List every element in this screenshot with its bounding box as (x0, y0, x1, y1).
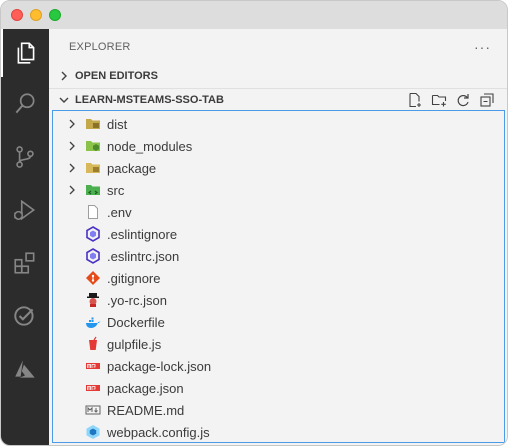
chevron-down-icon (57, 95, 71, 105)
testing-activity-button[interactable] (1, 292, 49, 340)
folder-row[interactable]: src (53, 179, 504, 201)
collapse-all-icon (480, 93, 494, 107)
tree-item-label: package (107, 160, 157, 176)
project-label: LEARN-MSTEAMS-SSO-TAB (75, 93, 224, 106)
folder-row[interactable]: package (53, 157, 504, 179)
open-editors-label: OPEN EDITORS (75, 70, 158, 82)
tree-item-label: .eslintrc.json (107, 248, 180, 264)
file-row[interactable]: README.md (53, 399, 504, 421)
tree-item-label: .yo-rc.json (107, 292, 167, 308)
vscode-window: EXPLORER ··· OPEN EDITORS LEARN-MSTEAMS-… (0, 0, 508, 446)
activity-bar (1, 29, 49, 445)
chevron-right-icon[interactable] (67, 113, 77, 135)
files-icon (17, 42, 35, 64)
explorer-title: EXPLORER (69, 40, 131, 53)
folder-row[interactable]: node_modules (53, 135, 504, 157)
file-row[interactable]: .env (53, 201, 504, 223)
explorer-sidebar: EXPLORER ··· OPEN EDITORS LEARN-MSTEAMS-… (49, 29, 507, 445)
tree-item-label: node_modules (107, 138, 193, 154)
chevron-right-icon[interactable] (67, 179, 77, 201)
explorer-activity-button[interactable] (1, 29, 49, 77)
folder-row[interactable]: dist (53, 113, 504, 135)
chevron-right-icon[interactable] (67, 157, 77, 179)
new-folder-button[interactable] (431, 92, 447, 108)
gulp-icon (85, 336, 101, 352)
folder-node-icon (85, 138, 101, 154)
azure-icon (15, 360, 35, 378)
eslint-icon (85, 226, 101, 242)
tree-item-label: package-lock.json (107, 358, 212, 374)
folder-package-icon (85, 160, 101, 176)
webpack-icon (85, 424, 101, 440)
eslint-icon (85, 248, 101, 264)
file-row[interactable]: gulpfile.js (53, 333, 504, 355)
project-actions (407, 92, 495, 108)
docker-icon (85, 314, 101, 330)
more-actions-button[interactable]: ··· (474, 39, 491, 55)
run-debug-activity-button[interactable] (1, 186, 49, 234)
tree-item-label: .gitignore (107, 270, 161, 286)
extensions-icon (14, 252, 35, 274)
tree-item-label: src (107, 182, 125, 198)
file-row[interactable]: .eslintrc.json (53, 245, 504, 267)
file-row[interactable]: package-lock.json (53, 355, 504, 377)
file-row[interactable]: .gitignore (53, 267, 504, 289)
testing-icon (14, 306, 34, 326)
zoom-window-button[interactable] (49, 9, 61, 21)
file-row[interactable]: .yo-rc.json (53, 289, 504, 311)
new-folder-icon (431, 94, 447, 107)
chevron-right-icon[interactable] (67, 135, 77, 157)
tree-item-label: dist (107, 116, 128, 132)
open-editors-section[interactable]: OPEN EDITORS (49, 65, 507, 87)
refresh-explorer-button[interactable] (455, 92, 471, 108)
file-row[interactable]: .eslintignore (53, 223, 504, 245)
source-control-icon (16, 146, 34, 168)
explorer-header: EXPLORER ··· (49, 29, 507, 64)
source-control-activity-button[interactable] (1, 133, 49, 181)
tree-item-label: webpack.config.js (107, 424, 210, 440)
npm-icon (85, 358, 101, 374)
new-file-icon (409, 92, 421, 108)
tree-item-label: .eslintignore (107, 226, 178, 242)
folder-src-icon (85, 182, 101, 198)
folder-dist-icon (85, 116, 101, 132)
tree-item-label: package.json (107, 380, 184, 396)
markdown-icon (85, 402, 101, 418)
refresh-icon (457, 94, 469, 107)
tree-item-label: Dockerfile (107, 314, 165, 330)
file-row[interactable]: Dockerfile (53, 311, 504, 333)
tree-item-label: .env (107, 204, 132, 220)
azure-activity-button[interactable] (1, 345, 49, 393)
file-row[interactable]: webpack.config.js (53, 421, 504, 443)
git-icon (85, 270, 101, 286)
yeoman-icon (85, 292, 101, 308)
file-tree: dist node_modulespackage src .env .eslintign… (52, 110, 505, 443)
search-activity-button[interactable] (1, 80, 49, 128)
tree-item-label: gulpfile.js (107, 336, 162, 352)
file-row[interactable]: package.json (53, 377, 504, 399)
collapse-folders-button[interactable] (479, 92, 495, 108)
project-section[interactable]: LEARN-MSTEAMS-SSO-TAB (49, 88, 507, 110)
extensions-activity-button[interactable] (1, 239, 49, 287)
close-window-button[interactable] (11, 9, 23, 21)
file-icon (85, 204, 101, 220)
new-file-button[interactable] (407, 92, 423, 108)
search-icon (15, 93, 35, 114)
run-debug-icon (13, 199, 36, 221)
npm-icon (85, 380, 101, 396)
chevron-right-icon (57, 71, 71, 81)
minimize-window-button[interactable] (30, 9, 42, 21)
tree-item-label: README.md (107, 402, 185, 418)
title-bar (1, 1, 507, 29)
